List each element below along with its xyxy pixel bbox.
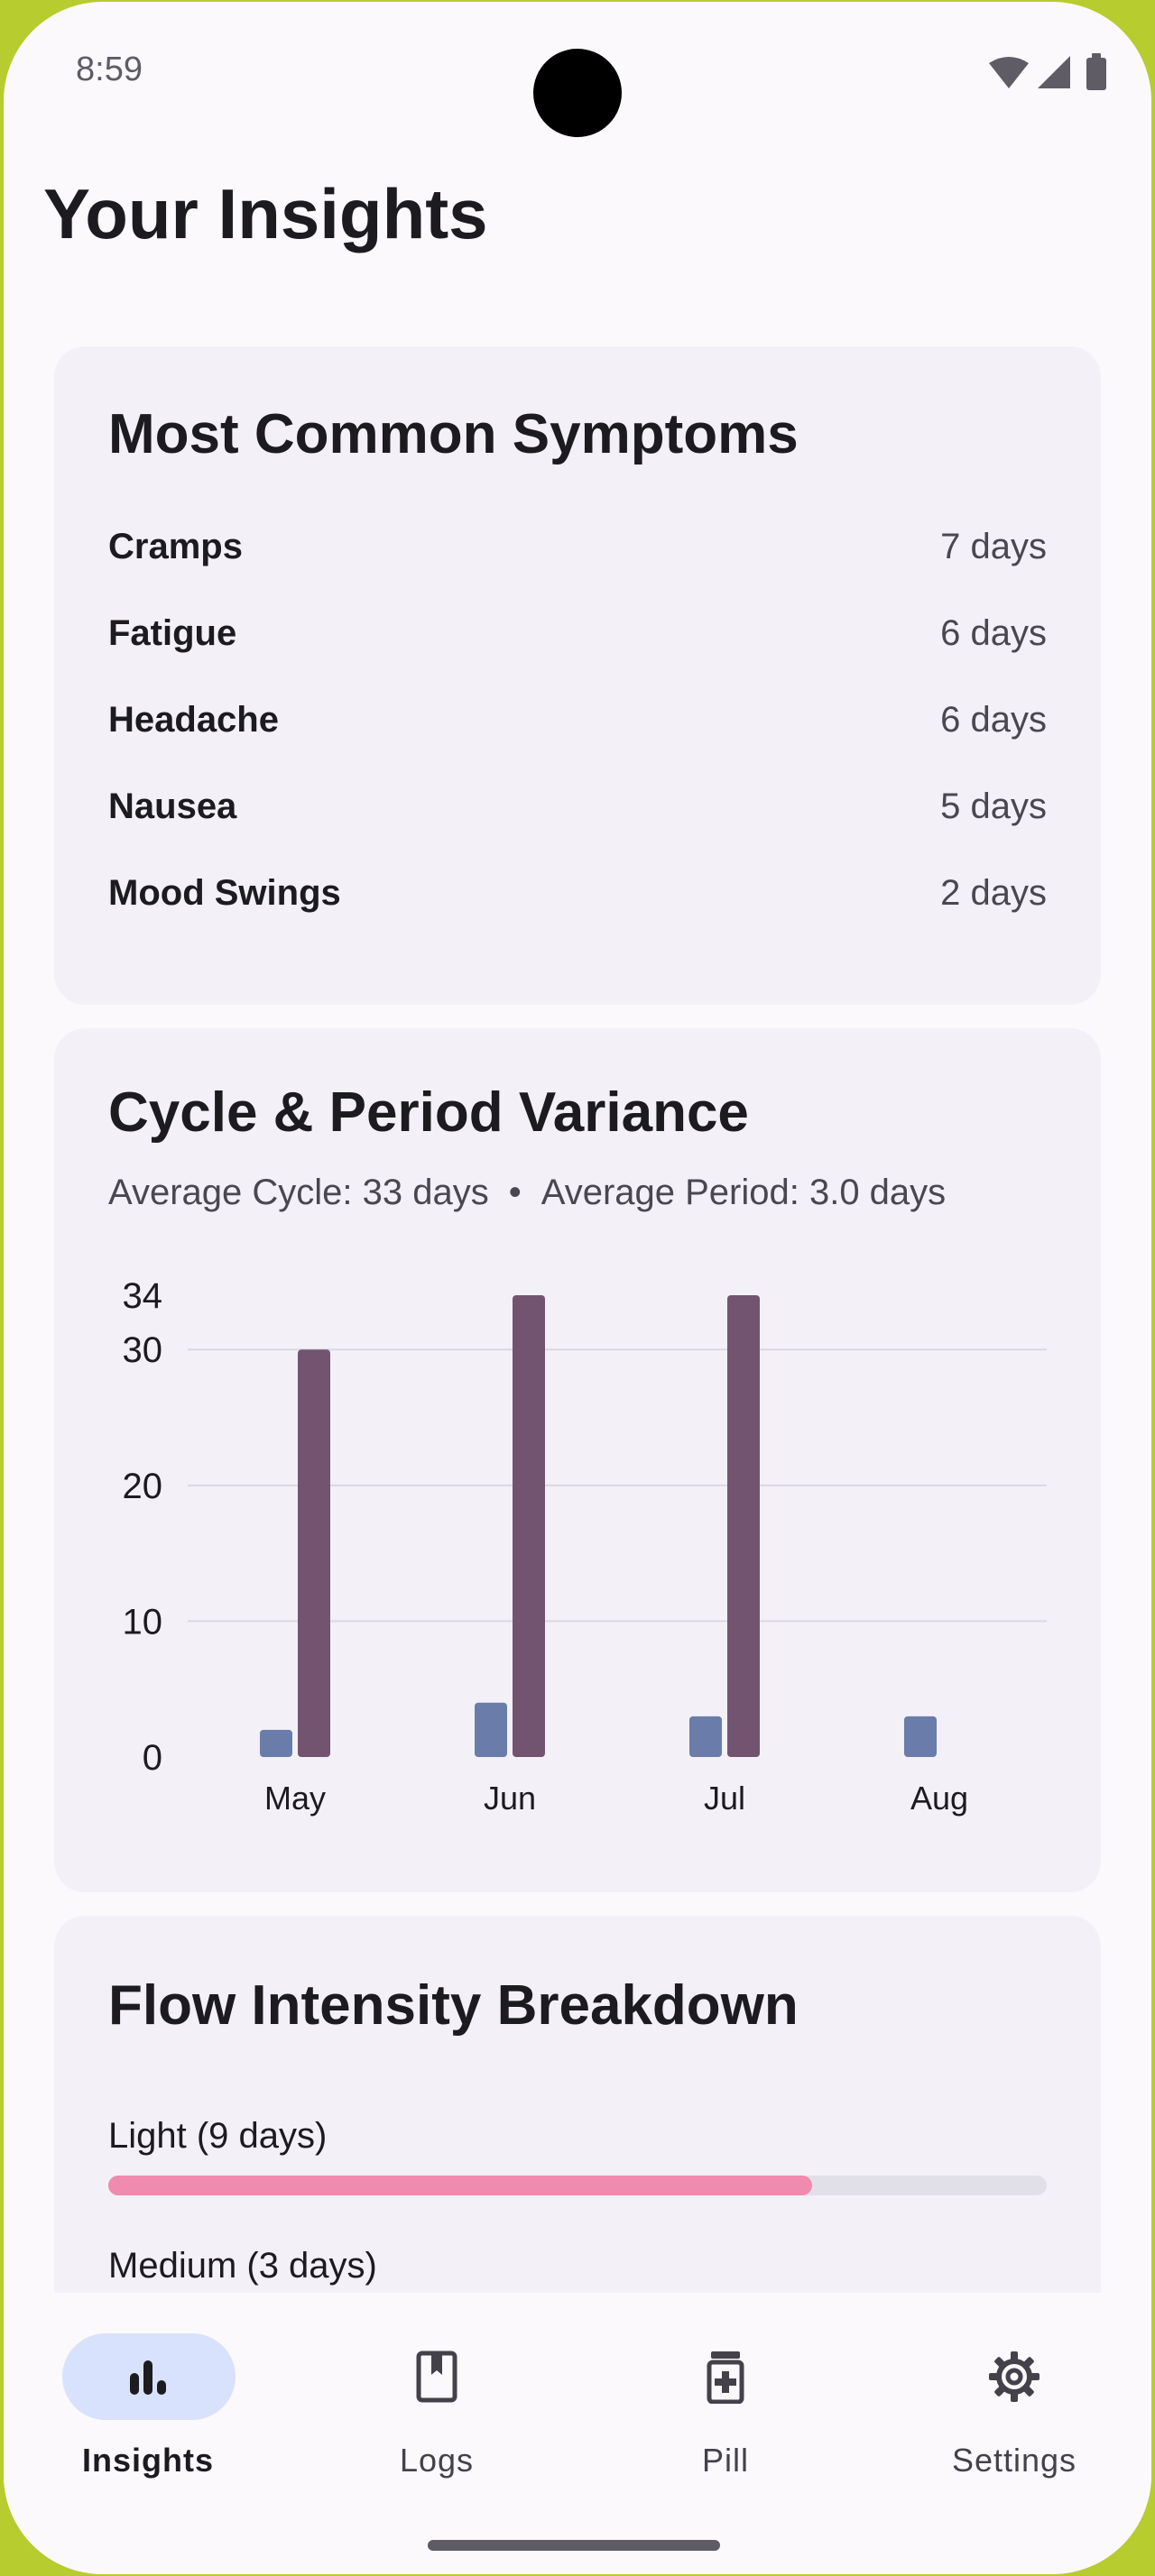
battery-icon xyxy=(1086,53,1106,90)
symptom-days: 2 days xyxy=(940,873,1047,913)
symptom-days: 7 days xyxy=(940,527,1047,566)
flow-medium-label: Medium (3 days) xyxy=(108,2246,377,2286)
y-tick-label: 10 xyxy=(123,1602,163,1642)
phone-screen: 8:59 Your Insights Most Common Symptoms … xyxy=(4,2,1151,2574)
symptoms-card-title: Most Common Symptoms xyxy=(108,403,799,465)
symptom-days: 6 days xyxy=(940,613,1047,653)
book-icon xyxy=(416,2351,457,2403)
symptom-row: Fatigue 6 days xyxy=(108,613,1047,667)
symptom-row: Headache 6 days xyxy=(108,700,1047,754)
status-icons xyxy=(989,53,1106,90)
nav-label: Pill xyxy=(701,2442,749,2479)
nav-label: Insights xyxy=(81,2442,214,2479)
x-tick-label: Jun xyxy=(484,1780,536,1817)
wifi-icon xyxy=(989,57,1029,88)
chart-bar xyxy=(475,1702,507,1757)
y-tick-label: 30 xyxy=(123,1330,163,1370)
gear-icon xyxy=(989,2351,1040,2402)
status-time: 8:59 xyxy=(76,51,143,88)
symptom-name: Cramps xyxy=(108,527,243,566)
symptom-name: Nausea xyxy=(108,787,237,826)
nav-insights[interactable]: Insights xyxy=(49,2333,247,2487)
symptom-name: Mood Swings xyxy=(108,873,341,913)
chart-bar xyxy=(904,1716,937,1757)
flow-light-fill xyxy=(108,2176,812,2195)
flow-card-title: Flow Intensity Breakdown xyxy=(108,1974,799,2037)
home-indicator[interactable] xyxy=(428,2540,720,2551)
nav-label: Settings xyxy=(951,2442,1077,2479)
y-tick-label: 0 xyxy=(143,1738,162,1778)
symptom-name: Fatigue xyxy=(108,613,237,653)
x-tick-label: May xyxy=(264,1780,326,1817)
x-tick-label: Jul xyxy=(704,1780,745,1817)
bar-chart-icon xyxy=(130,2360,166,2395)
x-tick-label: Aug xyxy=(910,1780,968,1817)
symptom-name: Headache xyxy=(108,700,279,740)
flow-light-label: Light (9 days) xyxy=(108,2116,328,2156)
chart-bar xyxy=(298,1349,330,1757)
symptom-days: 5 days xyxy=(940,787,1047,826)
chart-bar xyxy=(689,1716,722,1757)
camera-cutout xyxy=(533,49,622,137)
variance-card: Cycle & Period Variance Average Cycle: 3… xyxy=(54,1028,1101,1892)
page-title: Your Insights xyxy=(43,174,488,253)
variance-chart: 0 10 20 30 34 May Jun Jul Aug xyxy=(123,1276,1047,1817)
y-tick-label: 20 xyxy=(123,1467,163,1506)
chart-bar xyxy=(727,1295,760,1757)
symptom-row: Mood Swings 2 days xyxy=(108,873,1047,927)
y-tick-label: 34 xyxy=(123,1276,163,1316)
symptom-row: Nausea 5 days xyxy=(108,787,1047,841)
bottom-navigation: Insights Logs Pill Settings xyxy=(4,2293,1151,2574)
symptoms-card: Most Common Symptoms Cramps 7 days Fatig… xyxy=(54,346,1101,1005)
signal-icon xyxy=(1038,56,1070,88)
nav-settings[interactable]: Settings xyxy=(915,2333,1113,2487)
flow-light-track xyxy=(108,2176,1047,2195)
chart-bar xyxy=(260,1729,292,1757)
nav-logs[interactable]: Logs xyxy=(337,2333,536,2487)
chart-bar xyxy=(513,1295,545,1757)
medication-icon xyxy=(707,2351,744,2404)
symptom-days: 6 days xyxy=(940,700,1047,740)
nav-label: Logs xyxy=(399,2442,475,2479)
nav-pill[interactable]: Pill xyxy=(626,2333,825,2487)
symptom-row: Cramps 7 days xyxy=(108,527,1047,581)
